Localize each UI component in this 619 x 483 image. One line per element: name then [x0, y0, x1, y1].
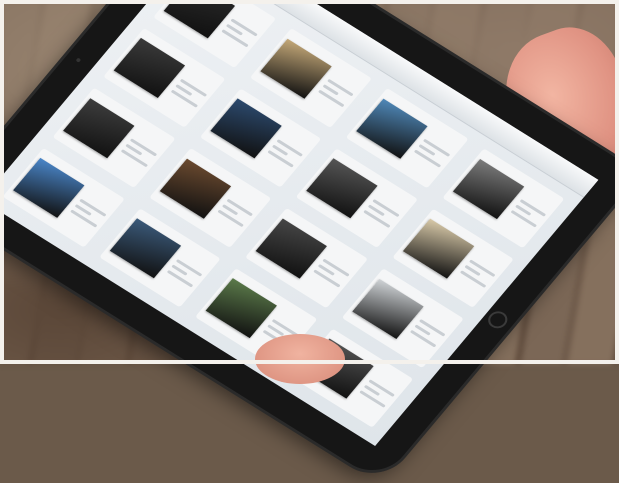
tile-text-placeholder: [70, 198, 107, 228]
tile-text-placeholder: [317, 78, 354, 108]
home-button[interactable]: [484, 308, 512, 332]
tile-text-placeholder: [166, 258, 203, 288]
tile-text-placeholder: [358, 378, 396, 408]
tile-text-placeholder: [459, 258, 496, 288]
tile-text-placeholder: [363, 198, 400, 228]
tile-text-placeholder: [267, 138, 304, 168]
thumb: [255, 334, 345, 384]
tile-text-placeholder: [221, 18, 258, 48]
tile-text-placeholder: [409, 318, 446, 348]
tile-text-placeholder: [413, 138, 450, 168]
tile-text-placeholder: [509, 199, 546, 228]
tile-text-placeholder: [120, 138, 157, 168]
camera-icon: [75, 57, 82, 63]
tile-text-placeholder: [216, 198, 253, 228]
tile-text-placeholder: [170, 78, 207, 108]
tile-text-placeholder: [313, 258, 350, 288]
